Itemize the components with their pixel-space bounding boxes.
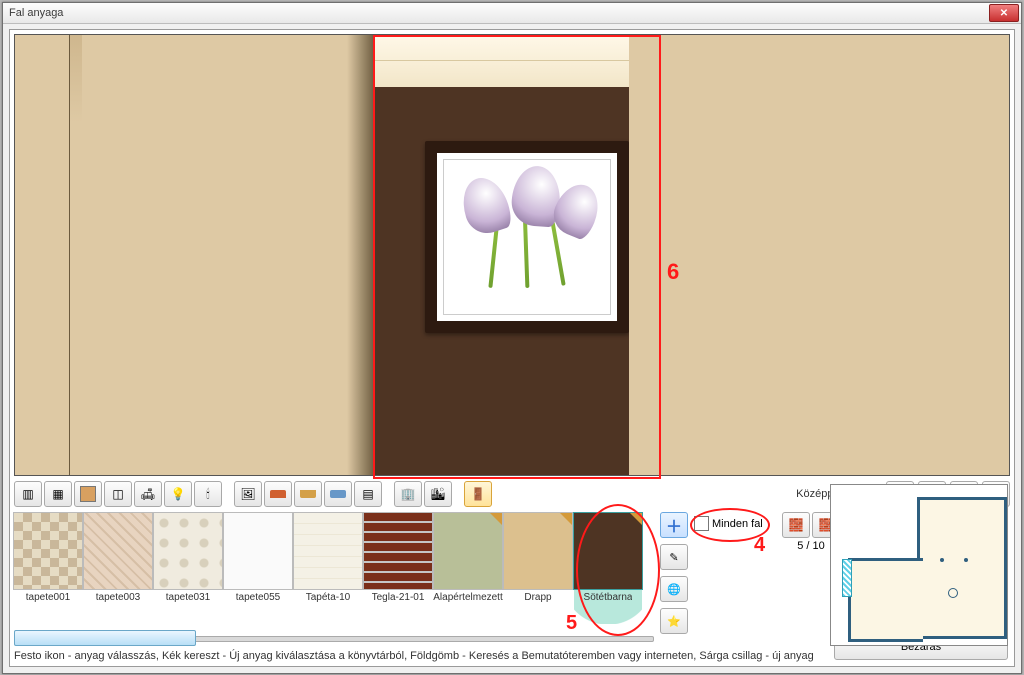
pager-prev-button[interactable]: 🧱 — [782, 512, 810, 538]
all-walls-checkbox[interactable] — [694, 516, 709, 531]
material-thumb[interactable]: tapete001 — [14, 512, 82, 624]
all-walls-option: Minden fal — [694, 516, 763, 531]
pager-text: 5 / 10 — [797, 540, 825, 552]
cat-door-icon[interactable]: ◫ — [104, 481, 132, 507]
material-actions: ＋ ✎ 🌐 ⭐ — [660, 512, 688, 634]
cat-roof-icon[interactable] — [264, 481, 292, 507]
cat-wall-icon[interactable] — [74, 481, 102, 507]
selected-wall-indicator — [842, 559, 852, 597]
cat-door2-icon[interactable]: 🚪 — [464, 481, 492, 507]
annotation-6: 6 — [667, 259, 679, 285]
window-close-button[interactable]: ✕ — [989, 4, 1019, 22]
cat-lampshade-icon[interactable]: 🕯 — [194, 481, 222, 507]
annotation-4: 4 — [754, 534, 765, 557]
material-thumb[interactable]: Tegla-21-01 — [364, 512, 432, 624]
picture-frame — [425, 141, 629, 333]
edit-material-button[interactable]: ✎ — [660, 544, 688, 570]
add-material-button[interactable]: ＋ — [660, 512, 688, 538]
material-scrollbar[interactable] — [14, 630, 654, 646]
floorplan-minimap[interactable] — [830, 484, 1008, 646]
cat-carpet-icon[interactable] — [324, 481, 352, 507]
cat-divide-icon[interactable]: ▥ — [14, 481, 42, 507]
material-strip: tapete001 tapete003 tapete031 tapete055 … — [14, 512, 654, 624]
cat-city-icon[interactable]: 🏙 — [424, 481, 452, 507]
material-thumb[interactable]: tapete003 — [84, 512, 152, 624]
web-search-button[interactable]: 🌐 — [660, 576, 688, 602]
help-text: Festo ikon - anyag válasszás, Kék keresz… — [14, 650, 824, 662]
material-thumb[interactable]: Drapp — [504, 512, 572, 624]
material-thumb-selected[interactable]: Sötétbarna — [574, 512, 642, 624]
cat-lamp-icon[interactable]: 💡 — [164, 481, 192, 507]
all-walls-label: Minden fal — [712, 518, 763, 530]
window-title: Fal anyaga — [9, 7, 989, 19]
cat-picture-icon[interactable]: 🖼 — [234, 481, 262, 507]
cat-building-icon[interactable]: 🏢 — [394, 481, 422, 507]
cat-tile-icon[interactable]: ▤ — [354, 481, 382, 507]
wall-preview[interactable]: 6 — [14, 34, 1010, 476]
cat-window-icon[interactable]: ▦ — [44, 481, 72, 507]
material-thumb[interactable]: tapete055 — [224, 512, 292, 624]
favorite-button[interactable]: ⭐ — [660, 608, 688, 634]
material-thumb[interactable]: Alapértelmezett — [434, 512, 502, 624]
cat-floor-icon[interactable] — [294, 481, 322, 507]
material-thumb[interactable]: tapete031 — [154, 512, 222, 624]
cat-furniture-icon[interactable]: 🛋 — [134, 481, 162, 507]
material-thumb[interactable]: Tapéta-10 — [294, 512, 362, 624]
dialog-window: Fal anyaga ✕ — [2, 2, 1022, 674]
dialog-client: 6 ▥ ▦ ◫ 🛋 💡 🕯 🖼 ▤ 🏢 🏙 🚪 Középpontba — [9, 29, 1015, 667]
titlebar: Fal anyaga ✕ — [3, 3, 1021, 24]
